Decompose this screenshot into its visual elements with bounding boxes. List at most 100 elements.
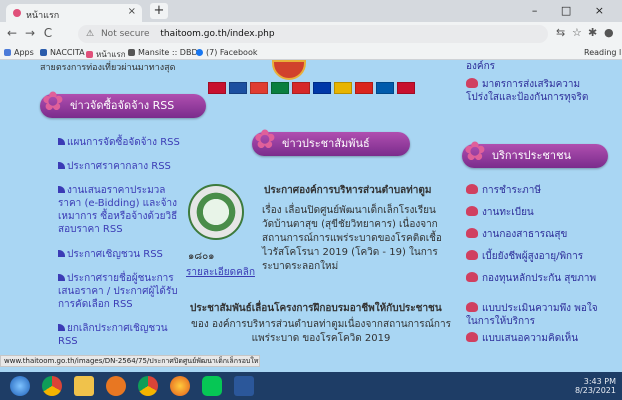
person-icon xyxy=(466,228,478,238)
rss-icon xyxy=(58,138,65,145)
tab-close-icon[interactable]: × xyxy=(128,6,136,17)
flag-icon xyxy=(229,82,247,94)
right-item-health[interactable]: งานกองสาธารณสุข xyxy=(466,228,606,241)
flag-icon xyxy=(334,82,352,94)
flag-icon xyxy=(397,82,415,94)
extensions-icon[interactable]: ✱ xyxy=(588,26,597,39)
bookmark-icon xyxy=(86,51,93,58)
status-bar-url: www.thaitoom.go.th/images/DN-2564/75/ประ… xyxy=(0,355,260,367)
bookmark-facebook[interactable]: (7) Facebook xyxy=(196,48,257,57)
windows-taskbar: 3:43 PM 8/23/2021 xyxy=(0,372,622,400)
translate-icon[interactable]: ⇆ xyxy=(556,26,565,39)
bookmark-icon xyxy=(40,49,47,56)
left-section-header: ✿ ข่าวจัดซื้อจัดจ้าง RSS xyxy=(40,88,206,118)
flag-icon xyxy=(313,82,331,94)
left-link-winners[interactable]: ประกาศรายชื่อผู้ชนะการ เสนอราคา / ประกาศ… xyxy=(58,272,178,311)
right-section-header: ✿ บริการประชาชน xyxy=(462,138,608,168)
rss-icon xyxy=(58,162,65,169)
right-item-tax[interactable]: การชำระภาษี xyxy=(466,184,606,197)
star-icon[interactable]: ☆ xyxy=(572,26,582,39)
center-section-header: ✿ ข่าวประชาสัมพันธ์ xyxy=(252,126,410,156)
word-icon[interactable] xyxy=(234,376,254,396)
forward-button[interactable]: → xyxy=(22,25,38,41)
rss-icon xyxy=(58,274,65,281)
warning-icon: ⚠ xyxy=(86,29,95,39)
bottom-news-body: ของ องค์การบริหารส่วนตำบลท่าตูมเนื่องจาก… xyxy=(191,319,451,344)
top-text: สายตรงการท่องเที่ยวผ่านมาทางสุด xyxy=(40,63,176,73)
tray-time: 3:43 PM xyxy=(583,377,616,386)
url-text: thaitoom.go.th/index.php xyxy=(160,29,275,39)
news-body: เรื่อง เลื่อนปิดศูนย์พัฒนาเด็กเล็กโรงเรี… xyxy=(262,205,442,272)
right-top-cut: องค์กร xyxy=(466,61,496,72)
bookmarks-bar: Apps NACCITA หน้าแรก Mansite :: DBD (7) … xyxy=(0,46,622,60)
person-icon xyxy=(466,302,478,312)
new-tab-button[interactable]: + xyxy=(150,3,168,19)
reading-list[interactable]: Reading li xyxy=(584,48,622,57)
flag-icon xyxy=(208,82,226,94)
apps-icon xyxy=(4,49,11,56)
globe-icon xyxy=(128,49,135,56)
flag-icon xyxy=(250,82,268,94)
back-button[interactable]: ← xyxy=(4,25,20,41)
facebook-icon xyxy=(196,49,203,56)
person-icon xyxy=(466,332,478,342)
left-link-plan[interactable]: แผนการจัดซื้อจัดจ้าง RSS xyxy=(58,136,188,149)
left-link-ebidding[interactable]: งานเสนอราคาประมวลราคา (e-Bidding) และจ้า… xyxy=(58,184,178,236)
tray-date: 8/23/2021 xyxy=(574,386,616,395)
firefox-icon[interactable] xyxy=(170,376,190,396)
flower-icon: ✿ xyxy=(42,87,64,117)
flower-icon: ✿ xyxy=(464,137,486,167)
right-item-feedback[interactable]: แบบเสนอความคิดเห็น xyxy=(466,332,606,345)
right-item-satisfaction[interactable]: แบบประเมินความพึง พอใจในการให้บริการ xyxy=(466,302,606,328)
browser-toolbar: ← → C ⚠ Not secure thaitoom.go.th/index.… xyxy=(0,22,622,46)
window-controls[interactable]: – □ × xyxy=(532,4,614,17)
bookmark-apps[interactable]: Apps xyxy=(4,48,34,57)
right-item-transparency[interactable]: มาตรการส่งเสริมความ โปร่งใสและป้องกันการ… xyxy=(466,78,606,104)
reload-button[interactable]: C xyxy=(40,25,56,41)
flower-icon: ✿ xyxy=(254,125,276,155)
line-icon[interactable] xyxy=(202,376,222,396)
rss-icon xyxy=(58,186,65,193)
media-icon[interactable] xyxy=(106,376,126,396)
right-item-allowance[interactable]: เบี้ยยังชีพผู้สูงอายุ/พิการ xyxy=(466,250,606,263)
news-count: ๑๘๐๑ xyxy=(188,251,215,262)
left-link-cancel[interactable]: ยกเลิกประกาศเชิญชวน RSS xyxy=(58,322,178,348)
left-link-invitation[interactable]: ประกาศเชิญชวน RSS xyxy=(58,248,188,261)
news-title: ประกาศองค์การบริหารส่วนตำบลท่าตูม xyxy=(264,185,432,196)
thai-emblem-icon xyxy=(272,60,306,80)
read-more-link[interactable]: รายละเอียดคลิก xyxy=(186,266,255,280)
tab-title: หน้าแรก xyxy=(26,11,60,21)
person-icon xyxy=(466,184,478,194)
left-link-price[interactable]: ประกาศราคากลาง RSS xyxy=(58,160,188,173)
favicon-icon xyxy=(13,9,21,17)
asean-flags xyxy=(208,82,452,98)
address-bar[interactable]: ⚠ Not secure thaitoom.go.th/index.php xyxy=(78,25,548,43)
windows-start-icon[interactable] xyxy=(10,376,30,396)
right-item-health-fund[interactable]: กองทุนหลักประกัน สุขภาพ xyxy=(466,272,606,285)
bookmark-mansite[interactable]: Mansite :: DBD xyxy=(128,48,198,57)
rss-icon xyxy=(58,324,65,331)
rss-icon xyxy=(58,250,65,257)
chrome-icon[interactable] xyxy=(138,376,158,396)
organization-logo xyxy=(188,184,244,240)
file-explorer-icon[interactable] xyxy=(74,376,94,396)
browser-tab[interactable]: หน้าแรก × xyxy=(6,4,142,22)
flag-icon xyxy=(355,82,373,94)
system-tray[interactable]: 3:43 PM 8/23/2021 xyxy=(575,377,616,395)
flag-icon xyxy=(376,82,394,94)
bookmark-naccita[interactable]: NACCITA xyxy=(40,48,85,57)
flag-icon xyxy=(292,82,310,94)
web-page: สายตรงการท่องเที่ยวผ่านมาทางสุด ✿ ข่าวจั… xyxy=(0,60,622,372)
right-item-registration[interactable]: งานทะเบียน xyxy=(466,206,606,219)
profile-icon[interactable]: ● xyxy=(604,26,614,39)
bottom-news-title: ประชาสัมพันธ์เลื่อนโครงการฝึกอบรมอาชีพให… xyxy=(190,303,442,314)
person-icon xyxy=(466,272,478,282)
screenshot: หน้าแรก × + – □ × ← → C ⚠ Not secure tha… xyxy=(0,0,622,400)
flag-icon xyxy=(271,82,289,94)
security-label: Not secure xyxy=(100,29,150,39)
person-icon xyxy=(466,250,478,260)
browser-tab-strip: หน้าแรก × + – □ × xyxy=(0,0,622,22)
person-icon xyxy=(466,78,478,88)
person-icon xyxy=(466,206,478,216)
chrome-icon[interactable] xyxy=(42,376,62,396)
